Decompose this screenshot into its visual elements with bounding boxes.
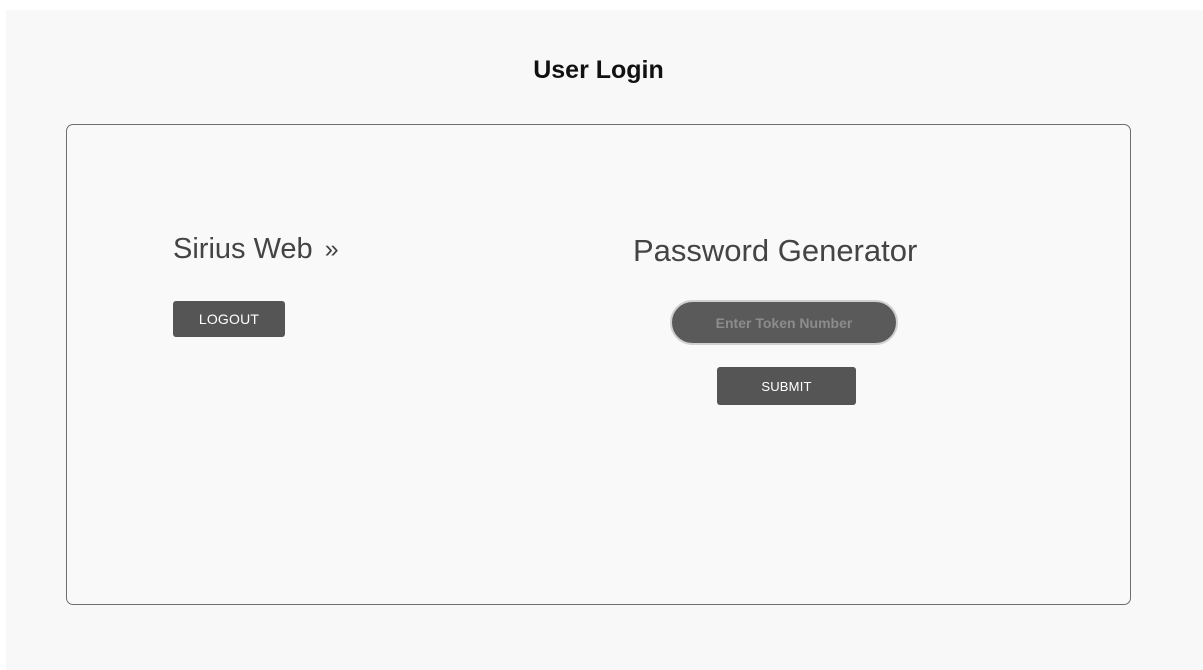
left-section: Sirius Web » LOGOUT xyxy=(173,233,339,337)
double-chevron-right-icon: » xyxy=(324,235,339,263)
token-number-input[interactable] xyxy=(670,300,898,345)
page-title: User Login xyxy=(533,56,664,84)
login-card: Sirius Web » LOGOUT Password Generator S… xyxy=(66,124,1131,605)
brand-name: Sirius Web xyxy=(173,233,313,265)
page: User Login Sirius Web » LOGOUT Password … xyxy=(0,0,1203,670)
section-title: Password Generator xyxy=(633,233,918,268)
brand-row: Sirius Web » xyxy=(173,233,339,266)
logout-button[interactable]: LOGOUT xyxy=(173,301,285,337)
submit-button[interactable]: SUBMIT xyxy=(717,367,856,405)
